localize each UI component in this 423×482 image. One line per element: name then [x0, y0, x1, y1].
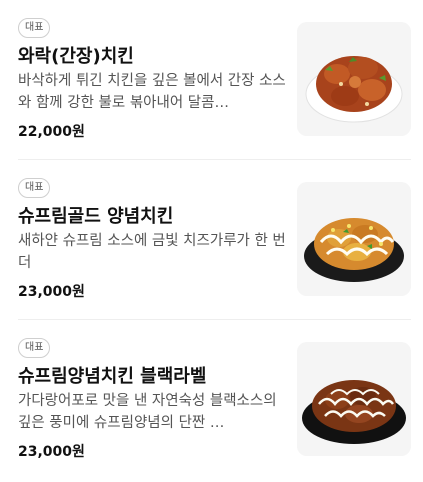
- menu-item-name: 슈프림양념치킨 블랙라벨: [18, 366, 207, 387]
- menu-item-description: 바삭하게 튀긴 치킨을 깊은 볼에서 간장 소스와 함께 강한 불로 볶아내어 …: [18, 73, 286, 111]
- menu-item-description: 가다랑어포로 맛을 낸 자연숙성 블랙소스의 깊은 풍미에 슈프림양념의 단짠 …: [18, 393, 277, 431]
- menu-item-description: 새하얀 슈프림 소스에 금빛 치즈가루가 한 번 더: [18, 233, 286, 271]
- menu-item-supreme-gold[interactable]: 대표 슈프림골드 양념치킨 새하얀 슈프림 소스에 금빛 치즈가루가 한 번 더…: [0, 160, 423, 320]
- signature-badge: 대표: [18, 338, 51, 358]
- menu-item-price: 22,000원: [18, 124, 85, 140]
- soy-sauce-chicken-photo: [297, 22, 411, 136]
- menu-item-price: 23,000원: [18, 284, 85, 300]
- menu-item-image[interactable]: [297, 342, 411, 456]
- signature-badge: 대표: [18, 18, 51, 38]
- menu-item-wharak-chicken[interactable]: 대표 와락(간장)치킨 바삭하게 튀긴 치킨을 깊은 볼에서 간장 소스와 함께…: [0, 0, 423, 160]
- menu-item-price: 23,000원: [18, 444, 85, 460]
- menu-item-image[interactable]: [297, 182, 411, 296]
- menu-item-name: 슈프림골드 양념치킨: [18, 206, 174, 227]
- menu-item-supreme-black-label[interactable]: 대표 슈프림양념치킨 블랙라벨 가다랑어포로 맛을 낸 자연숙성 블랙소스의 깊…: [0, 320, 423, 480]
- menu-list: 대표 와락(간장)치킨 바삭하게 튀긴 치킨을 깊은 볼에서 간장 소스와 함께…: [0, 0, 423, 482]
- menu-item-name: 와락(간장)치킨: [18, 46, 134, 67]
- menu-item-image[interactable]: [297, 22, 411, 136]
- supreme-gold-chicken-photo: [297, 182, 411, 296]
- signature-badge: 대표: [18, 178, 51, 198]
- supreme-black-label-chicken-photo: [297, 342, 411, 456]
